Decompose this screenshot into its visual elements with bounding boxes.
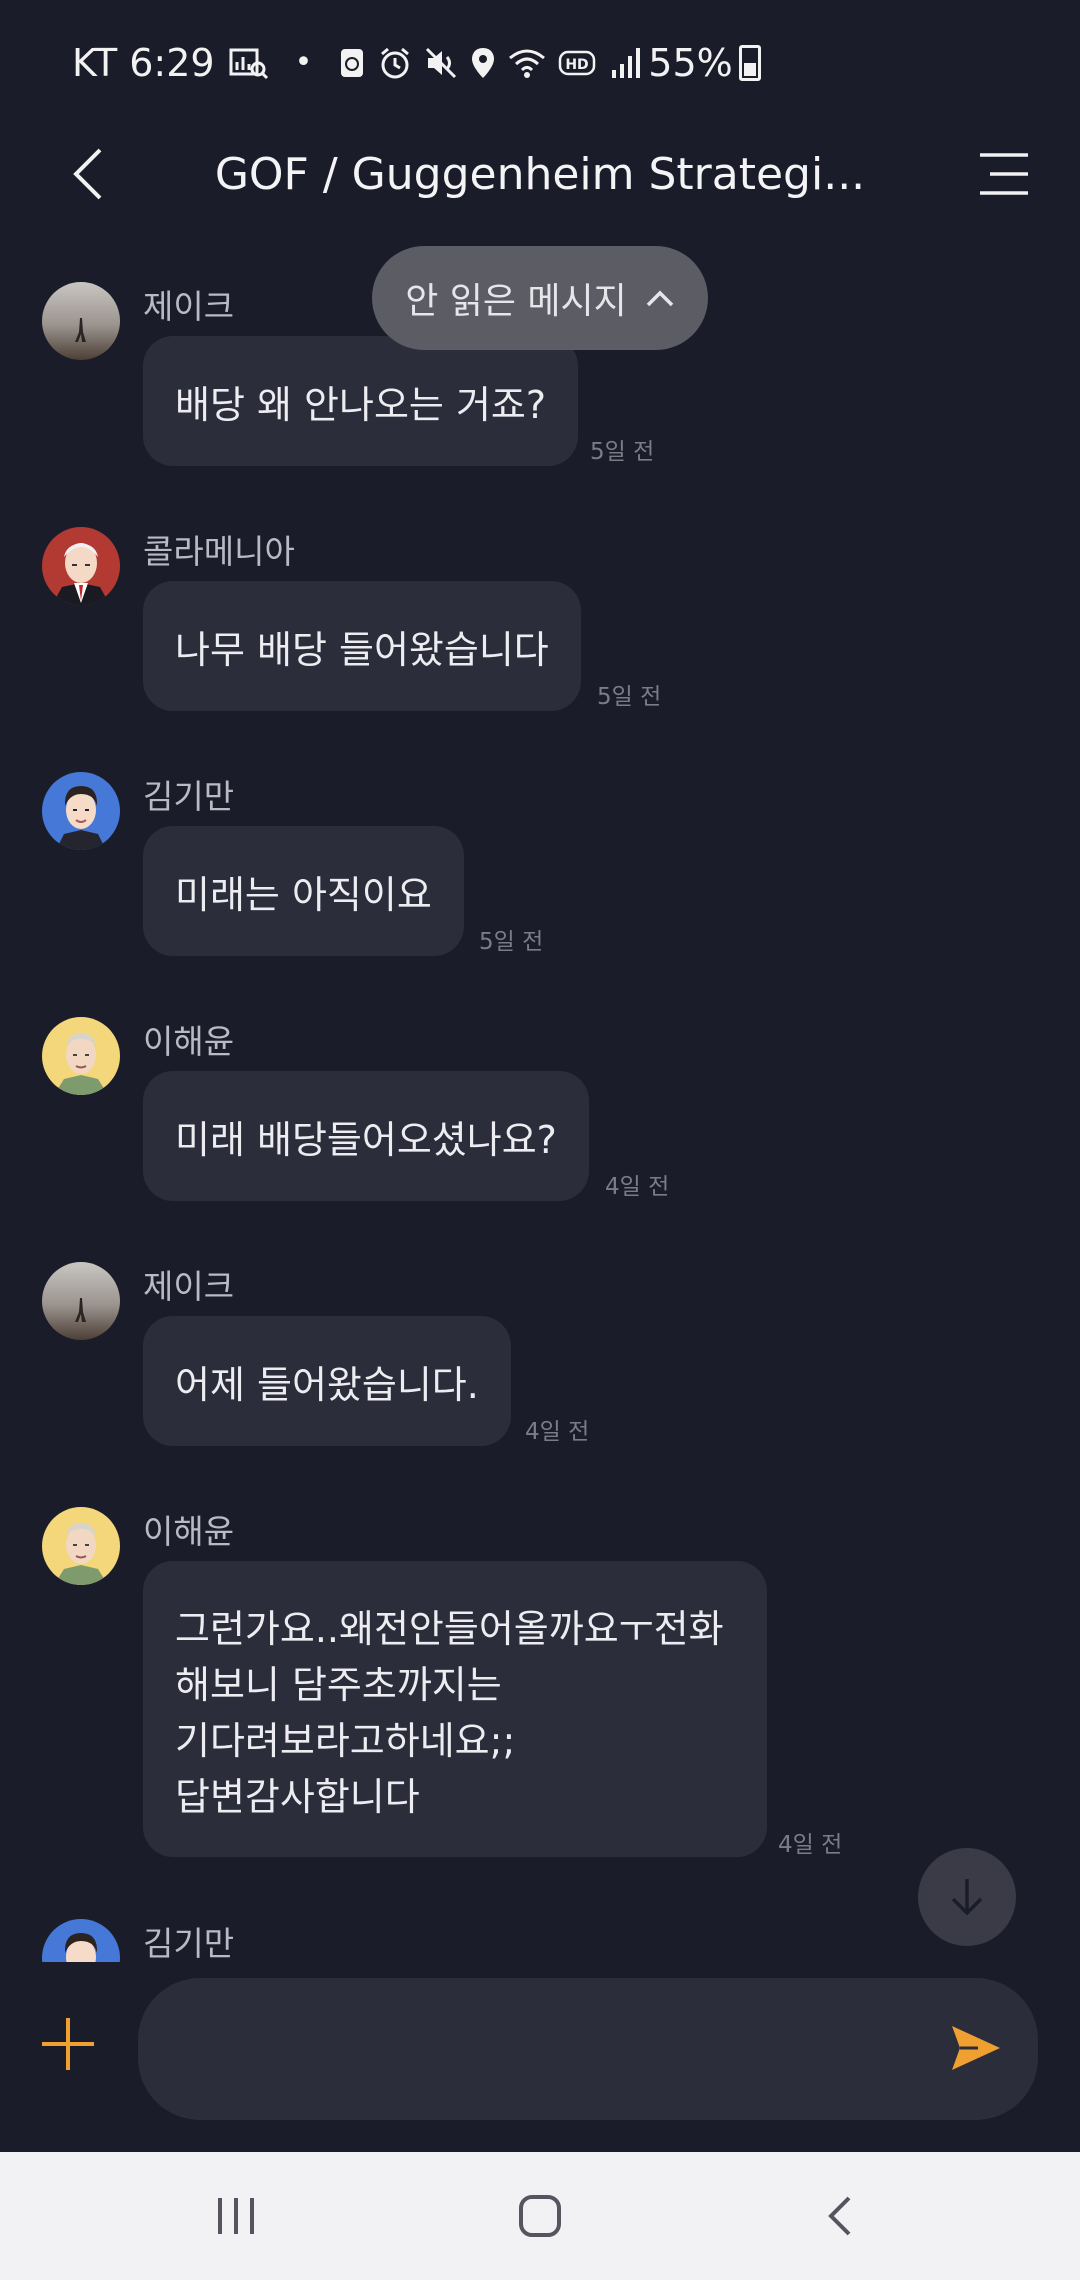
message-bubble[interactable]: 배당 왜 안나오는 거죠? xyxy=(143,336,579,466)
message-text: 배당 왜 안나오는 거죠? xyxy=(175,382,547,427)
avatar[interactable] xyxy=(42,1507,120,1585)
back-nav-icon xyxy=(828,2196,851,2236)
avatar[interactable] xyxy=(42,1017,120,1095)
unread-label: 안 읽은 메시지 xyxy=(405,281,627,322)
sender-name: 콜라메니아 xyxy=(143,532,295,571)
sender-name: 이해윤 xyxy=(143,1512,235,1551)
sender-name: 제이크 xyxy=(143,287,235,326)
dot-icon: • xyxy=(294,45,313,80)
message-list[interactable]: 제이크 배당 왜 안나오는 거죠? 5일 전 콜라메니아 나무 배당 들어왔습니… xyxy=(0,222,1080,1962)
recycle-icon xyxy=(341,49,364,77)
avatar[interactable] xyxy=(42,282,120,360)
sender-name: 이해윤 xyxy=(143,1022,235,1061)
message-composer xyxy=(0,1962,1080,2152)
message-text-line: 해보니 담주초까지는 xyxy=(175,1663,502,1707)
message-text: 어제 들어왔습니다. xyxy=(175,1362,479,1407)
menu-button[interactable] xyxy=(964,134,1044,214)
system-navigation-bar xyxy=(0,2152,1080,2280)
back-button[interactable] xyxy=(48,134,128,214)
home-icon xyxy=(519,2195,561,2237)
message-text-line: 답변감사합니다 xyxy=(175,1775,420,1819)
status-icons: • HD xyxy=(229,46,645,80)
message-text: 미래 배당들어오셨나요? xyxy=(175,1117,557,1162)
message-bubble[interactable]: 미래는 아직이요 xyxy=(143,826,464,956)
recents-icon xyxy=(218,2198,254,2234)
message-text-line: 그런가요..왜전안들어올까요ㅜ전화 xyxy=(175,1607,724,1651)
message-time: 4일 전 xyxy=(605,1174,670,1200)
message-time: 4일 전 xyxy=(525,1419,590,1445)
status-bar: KT 6:29 • HD 55% xyxy=(0,0,1080,126)
message-bubble[interactable]: 어제 들어왔습니다. xyxy=(143,1316,511,1446)
sender-name: 김기만 xyxy=(143,1924,235,1962)
mute-icon xyxy=(426,47,457,79)
unread-messages-button[interactable]: 안 읽은 메시지 xyxy=(372,246,708,350)
signal-icon xyxy=(612,48,641,78)
add-button[interactable] xyxy=(38,2014,98,2074)
message-time: 5일 전 xyxy=(479,929,544,955)
arrow-down-icon xyxy=(951,1879,983,1916)
chevron-up-icon xyxy=(646,290,674,307)
carrier-time: KT 6:29 xyxy=(72,41,215,85)
scroll-to-bottom-button[interactable] xyxy=(918,1848,1016,1946)
hd-voice-icon: HD xyxy=(559,50,596,76)
send-button[interactable] xyxy=(948,2020,1004,2076)
plus-icon xyxy=(42,2018,94,2070)
message-text: 나무 배당 들어왔습니다 xyxy=(175,627,549,672)
sender-name: 제이크 xyxy=(143,1267,235,1306)
avatar[interactable] xyxy=(42,772,120,850)
sender-name: 김기만 xyxy=(143,777,235,816)
message-bubble[interactable]: 나무 배당 들어왔습니다 xyxy=(143,581,581,711)
avatar[interactable] xyxy=(42,1262,120,1340)
message-time: 4일 전 xyxy=(778,1832,843,1858)
wifi-icon xyxy=(509,49,546,78)
chat-title: GOF / Guggenheim Strategi... xyxy=(214,148,866,200)
svg-text:HD: HD xyxy=(566,57,589,73)
avatar[interactable] xyxy=(42,527,120,605)
message-input[interactable] xyxy=(138,1978,1038,2120)
gallery-search-icon xyxy=(229,48,268,80)
back-nav-button[interactable] xyxy=(800,2186,880,2246)
message-time: 5일 전 xyxy=(597,684,662,710)
message-text-line: 기다려보라고하네요;; xyxy=(175,1719,516,1763)
home-button[interactable] xyxy=(500,2186,580,2246)
location-icon xyxy=(472,48,495,78)
message-time: 5일 전 xyxy=(590,439,655,465)
chat-header: GOF / Guggenheim Strategi... xyxy=(0,126,1080,222)
alarm-icon xyxy=(381,47,410,79)
battery-percent: 55% xyxy=(648,41,733,85)
message-bubble[interactable]: 미래 배당들어오셨나요? xyxy=(143,1071,589,1201)
battery-icon xyxy=(738,45,761,81)
menu-icon xyxy=(980,153,1028,195)
message-text: 미래는 아직이요 xyxy=(175,872,432,917)
message-bubble[interactable]: 그런가요..왜전안들어올까요ㅜ전화 해보니 담주초까지는 기다려보라고하네요;;… xyxy=(143,1561,767,1857)
avatar[interactable] xyxy=(42,1919,120,1962)
chevron-left-icon xyxy=(73,148,102,200)
recents-button[interactable] xyxy=(196,2186,276,2246)
send-icon xyxy=(952,2026,1000,2070)
